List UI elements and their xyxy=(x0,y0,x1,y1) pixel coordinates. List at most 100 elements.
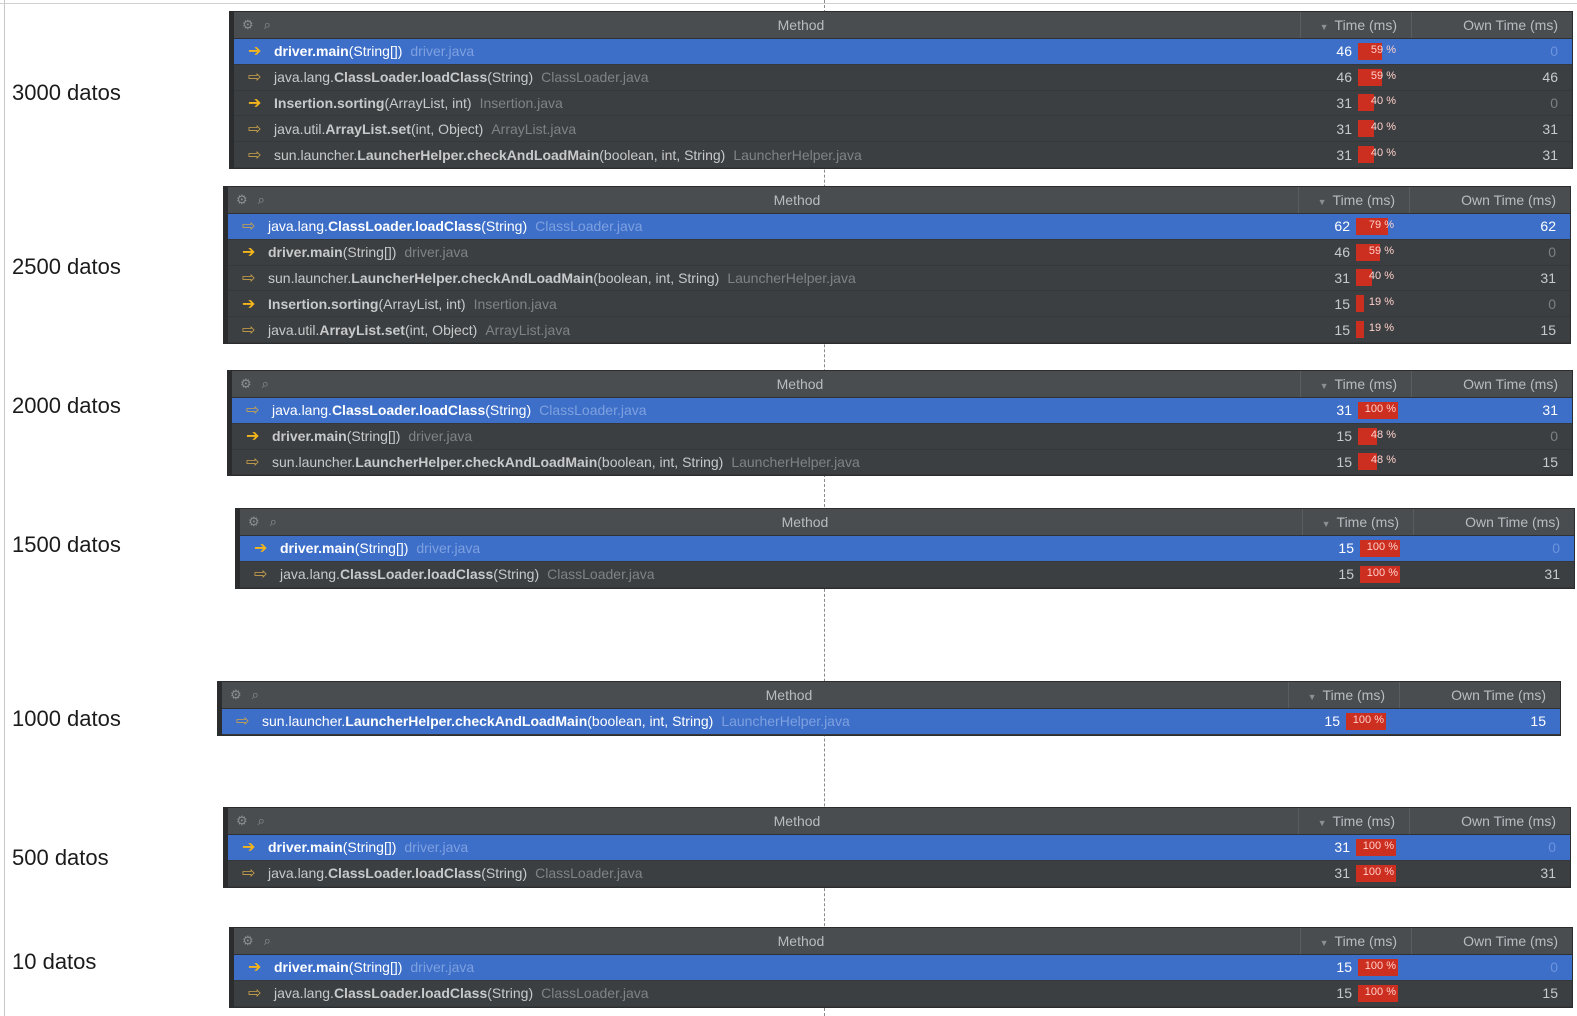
profiler-table: ⚙ ⌕ Method ▼ Time (ms) Own Time (ms) ➔ driver.m… xyxy=(224,808,1570,887)
table-row[interactable]: ⇨ java.lang. ClassLoader.loadClass (String)… xyxy=(234,981,1572,1007)
own-time-column-header[interactable]: Own Time (ms) xyxy=(1410,813,1570,829)
table-row[interactable]: ➔ driver.main (String[]) driver.java 15 48 % 0 xyxy=(232,424,1572,450)
arrow-right-icon: ➔ xyxy=(254,540,268,558)
own-time-cell: 15 xyxy=(1540,321,1556,338)
method-column-header[interactable]: Method xyxy=(296,813,1298,829)
own-time-cell: 31 xyxy=(1540,269,1556,286)
time-column-header[interactable]: ▼ Time (ms) xyxy=(1298,187,1410,213)
own-time-cell: 31 xyxy=(1542,402,1558,419)
time-value: 46 xyxy=(1336,43,1352,60)
table-row[interactable]: ⇨ java.util. ArrayList.set (int, Object) Arr… xyxy=(228,317,1570,343)
header-tools: ⚙ ⌕ xyxy=(228,192,296,208)
table-row[interactable]: ➔ driver.main (String[]) driver.java 15 100 %… xyxy=(240,536,1574,562)
table-row[interactable]: ⇨ java.util. ArrayList.set (int, Object) Arr… xyxy=(234,116,1572,143)
time-cell: 15 100 % xyxy=(1288,712,1400,730)
table-header: ⚙ ⌕ Method ▼ Time (ms) Own Time (ms) xyxy=(232,371,1572,398)
time-column-header[interactable]: ▼ Time (ms) xyxy=(1300,928,1412,954)
source-file: driver.java xyxy=(416,540,481,557)
method-column-header[interactable]: Method xyxy=(302,17,1300,33)
table-row[interactable]: ⇨ sun.launcher. LauncherHelper.checkAndLoa… xyxy=(234,142,1572,168)
method-args: (String[]) xyxy=(354,540,409,557)
time-column-header[interactable]: ▼ Time (ms) xyxy=(1288,682,1400,708)
time-column-header[interactable]: ▼ Time (ms) xyxy=(1298,808,1410,834)
method-column-header[interactable]: Method xyxy=(308,514,1302,530)
search-icon[interactable]: ⌕ xyxy=(252,687,259,703)
percent-bar: 100 % xyxy=(1360,565,1400,583)
search-icon[interactable]: ⌕ xyxy=(262,376,269,392)
own-time-column-header[interactable]: Own Time (ms) xyxy=(1414,514,1574,530)
table-row[interactable]: ⇨ java.lang. ClassLoader.loadClass (String)… xyxy=(228,861,1570,887)
method-args: (String[]) xyxy=(348,43,403,60)
percent-bar: 59 % xyxy=(1358,42,1398,60)
time-cell: 31 40 % xyxy=(1300,120,1412,138)
gear-icon[interactable]: ⚙ xyxy=(230,687,242,703)
gear-icon[interactable]: ⚙ xyxy=(236,192,248,208)
arrow-right-outline-icon: ⇨ xyxy=(242,321,256,339)
percent-label: 100 % xyxy=(1366,540,1398,553)
gear-icon[interactable]: ⚙ xyxy=(236,813,248,829)
percent-label: 40 % xyxy=(1370,147,1396,160)
time-column-header[interactable]: ▼ Time (ms) xyxy=(1302,509,1414,535)
arrow-right-outline-icon: ⇨ xyxy=(248,69,262,87)
own-time-column-header[interactable]: Own Time (ms) xyxy=(1400,687,1560,703)
table-row[interactable]: ⇨ java.lang. ClassLoader.loadClass (String)… xyxy=(240,562,1574,588)
table-row[interactable]: ⇨ sun.launcher. LauncherHelper.checkAndLoa… xyxy=(232,450,1572,476)
own-time-column-header[interactable]: Own Time (ms) xyxy=(1410,192,1570,208)
table-row[interactable]: ➔ driver.main (String[]) driver.java 46 59 % 0 xyxy=(228,240,1570,266)
table-row[interactable]: ➔ driver.main (String[]) driver.java 46 59 % 0 xyxy=(234,39,1572,65)
own-time-cell: 0 xyxy=(1550,94,1558,111)
table-row[interactable]: ⇨ sun.launcher. LauncherHelper.checkAndLoa… xyxy=(228,266,1570,292)
search-icon[interactable]: ⌕ xyxy=(258,813,265,829)
method-column-header[interactable]: Method xyxy=(296,192,1298,208)
time-column-label: Time (ms) xyxy=(1334,376,1397,392)
time-cell: 31 40 % xyxy=(1298,269,1410,287)
time-column-label: Time (ms) xyxy=(1322,687,1385,703)
time-value: 31 xyxy=(1334,269,1350,286)
percent-label: 79 % xyxy=(1368,218,1394,231)
table-row[interactable]: ⇨ java.lang. ClassLoader.loadClass (String)… xyxy=(228,214,1570,240)
time-cell: 15 100 % xyxy=(1302,565,1414,583)
section-label: 1500 datos xyxy=(12,532,121,557)
percent-bar: 48 % xyxy=(1358,427,1398,445)
method-package: java.lang. xyxy=(268,865,328,882)
arrow-right-icon: ➔ xyxy=(248,43,262,61)
table-row[interactable]: ⇨ java.lang. ClassLoader.loadClass (String)… xyxy=(232,398,1572,424)
search-icon[interactable]: ⌕ xyxy=(258,192,265,208)
time-value: 31 xyxy=(1336,402,1352,419)
table-row[interactable]: ➔ driver.main (String[]) driver.java 31 100 %… xyxy=(228,835,1570,861)
gear-icon[interactable]: ⚙ xyxy=(240,376,252,392)
own-time-column-header[interactable]: Own Time (ms) xyxy=(1412,17,1572,33)
search-icon[interactable]: ⌕ xyxy=(264,933,271,949)
time-value: 15 xyxy=(1338,566,1354,583)
method-cell: ⇨ java.lang. ClassLoader.loadClass (String)… xyxy=(240,564,1302,584)
arrow-right-icon: ➔ xyxy=(248,959,262,977)
time-column-header[interactable]: ▼ Time (ms) xyxy=(1300,12,1412,38)
method-column-header[interactable]: Method xyxy=(302,933,1300,949)
own-time-column-header[interactable]: Own Time (ms) xyxy=(1412,376,1572,392)
search-icon[interactable]: ⌕ xyxy=(270,514,277,530)
time-cell: 31 40 % xyxy=(1300,94,1412,112)
method-column-header[interactable]: Method xyxy=(300,376,1300,392)
table-row[interactable]: ➔ Insertion.sorting (ArrayList, int) Insert… xyxy=(228,291,1570,318)
source-file: ClassLoader.java xyxy=(541,985,649,1002)
table-row[interactable]: ➔ driver.main (String[]) driver.java 15 100 %… xyxy=(234,955,1572,981)
method-cell: ⇨ sun.launcher. LauncherHelper.checkAndLoa… xyxy=(232,452,1300,472)
table-row[interactable]: ⇨ java.lang. ClassLoader.loadClass (String)… xyxy=(234,65,1572,91)
gear-icon[interactable]: ⚙ xyxy=(248,514,260,530)
time-column-header[interactable]: ▼ Time (ms) xyxy=(1300,371,1412,397)
gear-icon[interactable]: ⚙ xyxy=(242,17,254,33)
table-header: ⚙ ⌕ Method ▼ Time (ms) Own Time (ms) xyxy=(228,187,1570,214)
method-column-header[interactable]: Method xyxy=(290,687,1288,703)
method-cell: ⇨ java.util. ArrayList.set (int, Object) Arr… xyxy=(228,320,1298,340)
own-time-column-header[interactable]: Own Time (ms) xyxy=(1412,933,1572,949)
search-icon[interactable]: ⌕ xyxy=(264,17,271,33)
table-row[interactable]: ⇨ sun.launcher. LauncherHelper.checkAndLoa… xyxy=(222,709,1560,735)
arrow-right-outline-icon: ⇨ xyxy=(242,269,256,287)
table-row[interactable]: ➔ Insertion.sorting (ArrayList, int) Insert… xyxy=(234,91,1572,117)
percent-bar: 40 % xyxy=(1356,269,1396,287)
gear-icon[interactable]: ⚙ xyxy=(242,933,254,949)
header-tools: ⚙ ⌕ xyxy=(240,514,308,530)
percent-label: 59 % xyxy=(1370,69,1396,82)
sort-desc-icon: ▼ xyxy=(1319,22,1329,32)
time-cell: 62 79 % xyxy=(1298,217,1410,235)
